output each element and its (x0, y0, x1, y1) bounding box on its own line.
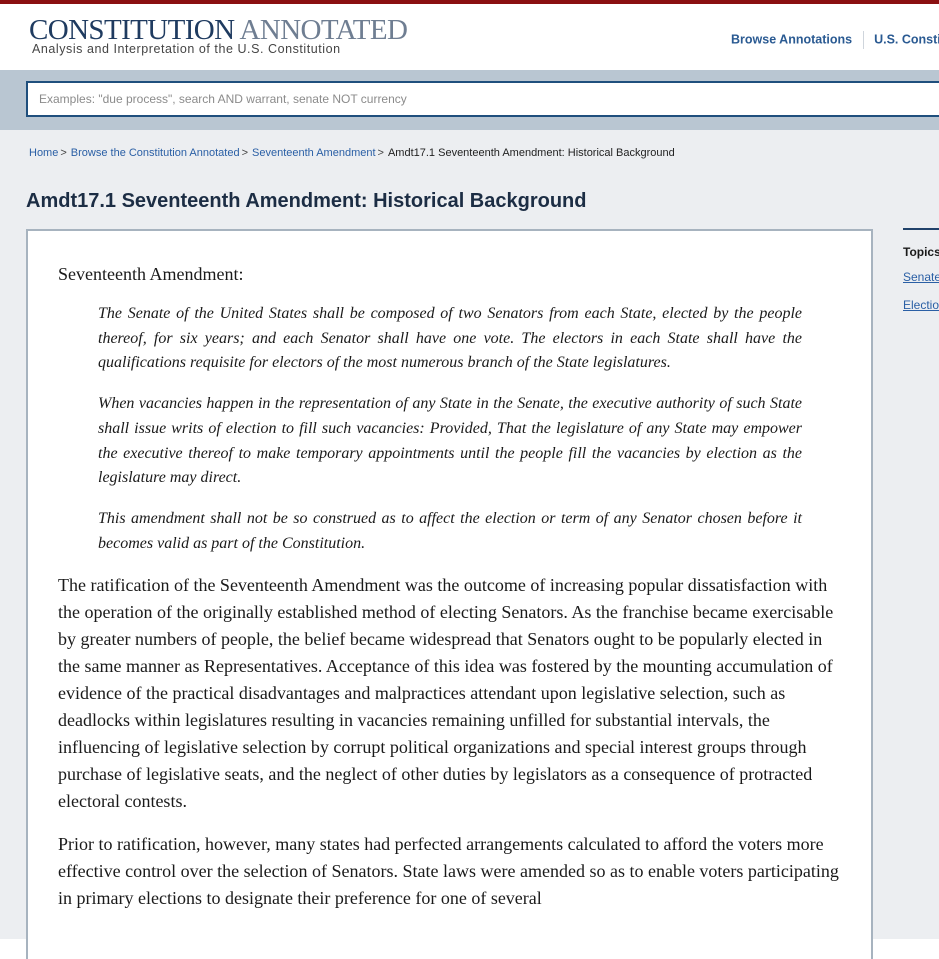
nav-divider (863, 31, 865, 49)
amendment-clause: This amendment shall not be so construed… (98, 509, 802, 552)
main-content: Home > Browse the Constitution Annotated > S… (0, 130, 939, 959)
sidebar-topics-heading: Topics (903, 245, 939, 259)
page-title: Amdt17.1 Seventeenth Amendment: Historic… (26, 190, 587, 212)
amendment-clause: The Senate of the United States shall be… (98, 305, 802, 372)
breadcrumb-browse[interactable]: Browse the Constitution Annotated (71, 147, 240, 159)
topic-link-senate[interactable]: Senate (903, 270, 939, 284)
annotation-body: Seventeenth Amendment: The Senate of the… (58, 263, 843, 928)
amendment-clause: When vacancies happen in the representat… (98, 395, 802, 487)
breadcrumb-separator: > (377, 147, 384, 159)
amendment-text: The Senate of the United States shall be… (98, 302, 802, 556)
breadcrumb-seventeenth-amendment[interactable]: Seventeenth Amendment (252, 147, 376, 159)
amendment-heading: Seventeenth Amendment: (58, 264, 244, 284)
site-header: CONSTITUTION ANNOTATED Analysis and Inte… (0, 4, 939, 70)
breadcrumb-separator: > (241, 147, 248, 159)
body-paragraph: Prior to ratification, however, many sta… (58, 834, 839, 909)
breadcrumb: Home > Browse the Constitution Annotated > S… (29, 147, 675, 159)
annotation-panel: Seventeenth Amendment: The Senate of the… (26, 229, 873, 959)
breadcrumb-current: Amdt17.1 Seventeenth Amendment: Historic… (387, 147, 675, 159)
body-paragraph: The ratification of the Seventeenth Amen… (58, 575, 834, 812)
nav-browse-annotations[interactable]: Browse Annotations (731, 32, 852, 46)
nav-us-constitution[interactable]: U.S. Constitu (874, 32, 939, 46)
search-input[interactable] (26, 81, 939, 117)
site-logo[interactable]: CONSTITUTION ANNOTATED Analysis and Inte… (29, 16, 408, 57)
topic-link-election[interactable]: Election (903, 298, 939, 312)
logo-wordmark: CONSTITUTION ANNOTATED (29, 16, 408, 45)
breadcrumb-separator: > (60, 147, 67, 159)
breadcrumb-home[interactable]: Home (29, 147, 58, 159)
logo-subtitle: Analysis and Interpretation of the U.S. … (32, 42, 341, 56)
header-nav: Browse Annotations U.S. Constitu (731, 31, 939, 49)
search-bar (0, 70, 939, 130)
sidebar-rule (903, 228, 939, 230)
